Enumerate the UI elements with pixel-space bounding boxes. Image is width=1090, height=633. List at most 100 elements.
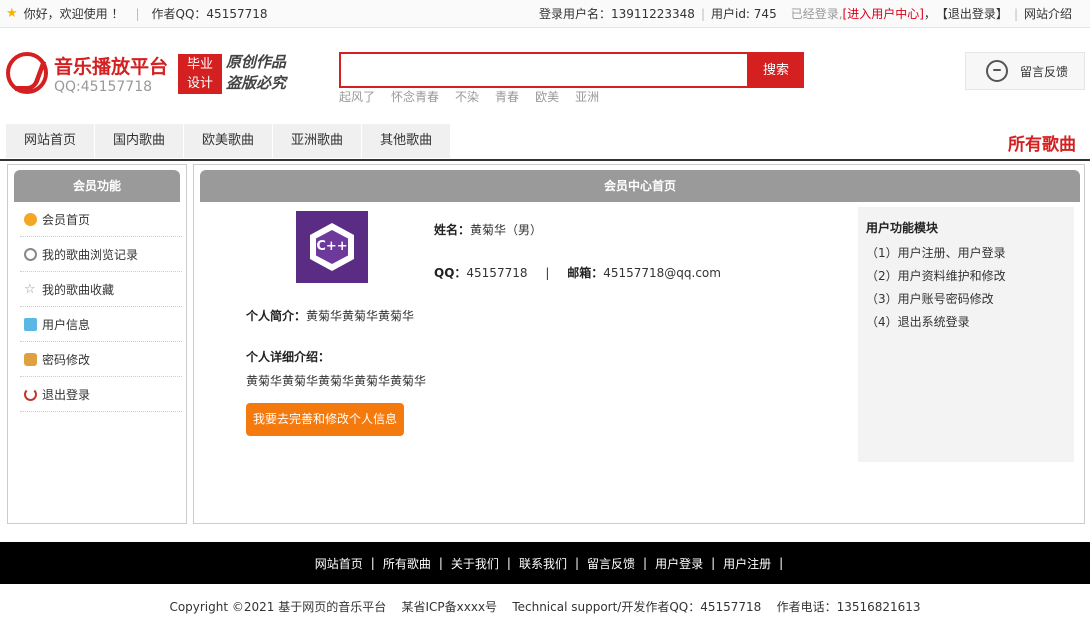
bio-value: 黄菊华黄菊华黄菊华: [306, 309, 415, 323]
user-contact: QQ：45157718 | 邮箱：45157718@qq.com: [434, 264, 721, 281]
sidebar-item-label: 用户信息: [42, 317, 91, 332]
hotword[interactable]: 亚洲: [575, 88, 599, 105]
sidebar-item-home[interactable]: 会员首页: [20, 202, 182, 237]
sidebar-menu: 会员首页 我的歌曲浏览记录 ☆ 我的歌曲收藏 用户信息 密码修改 退出登录: [20, 202, 182, 412]
sidebar-item-password[interactable]: 密码修改: [20, 342, 182, 377]
logo-title: 音乐播放平台: [54, 56, 169, 78]
logo-mark-icon: [6, 52, 48, 94]
sidebar-item-label: 我的歌曲浏览记录: [42, 247, 139, 262]
footer-nav: 网站首页 | 所有歌曲 | 关于我们 | 联系我们 | 留言反馈 | 用户登录 | 用户注册…: [0, 542, 1090, 584]
hotword[interactable]: 不染: [455, 88, 479, 105]
lock-icon: [24, 352, 37, 366]
history-icon: [24, 247, 37, 261]
search-input[interactable]: [339, 52, 749, 88]
divider: |: [545, 266, 550, 280]
hot-keywords: 起风了 怀念青春 不染 青春 欧美 亚洲: [339, 88, 599, 105]
user-bio: 个人简介：黄菊华黄菊华黄菊华: [246, 307, 414, 324]
email-value: 45157718@qq.com: [603, 266, 721, 280]
member-center-panel: 会员中心首页 C++ 姓名：黄菊华（男） QQ：45157718 | 邮箱：45…: [193, 164, 1085, 524]
user-center-link[interactable]: [进入用户中心]: [843, 5, 924, 22]
home-icon: [24, 212, 37, 226]
star-icon: ☆: [24, 281, 36, 297]
footer-link-about[interactable]: 关于我们: [451, 555, 499, 572]
badge-line1: 毕业: [186, 57, 213, 72]
nav-divider: [0, 159, 1090, 161]
detail-label: 个人详细介绍：: [246, 350, 331, 364]
main-nav: 网站首页 国内歌曲 欧美歌曲 亚洲歌曲 其他歌曲: [6, 124, 451, 158]
member-sidebar: 会员功能 会员首页 我的歌曲浏览记录 ☆ 我的歌曲收藏 用户信息 密码修改 退出…: [7, 164, 187, 524]
avatar: C++: [296, 211, 368, 283]
feedback-label: 留言反馈: [1020, 64, 1069, 79]
divider: |: [700, 6, 705, 21]
comma: ，: [923, 7, 936, 21]
site-intro-link[interactable]: 网站介绍: [1024, 5, 1072, 22]
module-item: （4）退出系统登录: [866, 315, 970, 329]
module-item: （2）用户资料维护和修改: [866, 269, 1006, 283]
slogan-line2: 盗版必究: [226, 74, 287, 92]
modules-title: 用户功能模块: [866, 221, 939, 235]
sidebar-title: 会员功能: [14, 170, 180, 202]
sidebar-item-label: 退出登录: [42, 387, 91, 402]
nav-item-western[interactable]: 欧美歌曲: [184, 124, 273, 158]
module-item: （3）用户账号密码修改: [866, 292, 994, 306]
nav-item-other[interactable]: 其他歌曲: [362, 124, 451, 158]
welcome-text: 你好，欢迎使用 ！: [23, 7, 124, 21]
logo-subtitle: QQ:45157718: [54, 79, 153, 95]
cpp-logo-icon: C++: [310, 223, 354, 271]
search-box: 搜索: [339, 52, 804, 88]
footer-link-home[interactable]: 网站首页: [315, 555, 363, 572]
feedback-button[interactable]: 留言反馈: [965, 52, 1085, 90]
all-songs-link[interactable]: 所有歌曲: [1008, 130, 1076, 155]
divider: |: [135, 6, 140, 21]
name-value: 黄菊华（男）: [470, 223, 543, 237]
footer-link-feedback[interactable]: 留言反馈: [587, 555, 635, 572]
site-logo[interactable]: 音乐播放平台 QQ:45157718 毕业 设计 原创作品 盗版必究: [6, 52, 296, 98]
top-bar: ★ 你好，欢迎使用 ！ | 作者QQ：45157718 登录用户名：139112…: [0, 0, 1090, 28]
nav-item-asian[interactable]: 亚洲歌曲: [273, 124, 362, 158]
footer-separator: |: [370, 556, 375, 570]
divider: |: [1013, 6, 1018, 21]
name-label: 姓名：: [434, 223, 471, 237]
module-item: （1）用户注册、用户登录: [866, 246, 1006, 260]
user-modules-box: 用户功能模块 （1）用户注册、用户登录 （2）用户资料维护和修改 （3）用户账号…: [858, 207, 1074, 462]
user-name: 姓名：黄菊华（男）: [434, 221, 542, 238]
detail-value: 黄菊华黄菊华黄菊华黄菊华黄菊华: [246, 374, 427, 388]
footer-separator: |: [506, 556, 511, 570]
sidebar-item-history[interactable]: 我的歌曲浏览记录: [20, 237, 182, 272]
badge-line2: 设计: [186, 76, 213, 91]
slogan: 原创作品 盗版必究: [226, 52, 286, 94]
graduation-badge: 毕业 设计: [178, 54, 222, 94]
footer-separator: |: [643, 556, 648, 570]
search-button[interactable]: 搜索: [748, 52, 804, 88]
star-icon: ★: [6, 6, 18, 21]
footer-link-all-songs[interactable]: 所有歌曲: [383, 555, 431, 572]
footer-link-contact[interactable]: 联系我们: [519, 555, 567, 572]
power-icon: [24, 387, 37, 401]
sidebar-item-label: 密码修改: [42, 352, 91, 367]
footer-separator: |: [711, 556, 716, 570]
logged-in-status: 已经登录,: [790, 7, 843, 21]
logout-link[interactable]: 【退出登录】: [936, 5, 1008, 22]
hotword[interactable]: 青春: [495, 88, 519, 105]
footer-link-register[interactable]: 用户注册: [723, 555, 771, 572]
hotword[interactable]: 怀念青春: [391, 88, 439, 105]
qq-value: 45157718: [466, 266, 528, 280]
nav-item-home[interactable]: 网站首页: [6, 124, 95, 158]
author-qq: 作者QQ：45157718: [151, 7, 268, 21]
edit-profile-button[interactable]: 我要去完善和修改个人信息: [246, 403, 404, 436]
footer-separator: |: [574, 556, 580, 570]
hotword[interactable]: 起风了: [339, 88, 375, 105]
bio-label: 个人简介：: [246, 309, 307, 323]
sidebar-item-favorites[interactable]: ☆ 我的歌曲收藏: [20, 272, 182, 307]
nav-item-domestic[interactable]: 国内歌曲: [95, 124, 184, 158]
copyright: Copyright ©2021 基于网页的音乐平台 某省ICP备xxxx号 Te…: [169, 600, 921, 614]
footer-link-login[interactable]: 用户登录: [655, 555, 703, 572]
avatar-text: C++: [316, 230, 348, 264]
user-info-icon: [24, 317, 37, 331]
login-username: 登录用户名：13911223348: [538, 7, 695, 21]
sidebar-item-logout[interactable]: 退出登录: [20, 377, 182, 412]
headset-icon: [986, 60, 1008, 82]
sidebar-item-user-info[interactable]: 用户信息: [20, 307, 182, 342]
hotword[interactable]: 欧美: [535, 88, 559, 105]
sidebar-item-label: 我的歌曲收藏: [42, 282, 115, 297]
